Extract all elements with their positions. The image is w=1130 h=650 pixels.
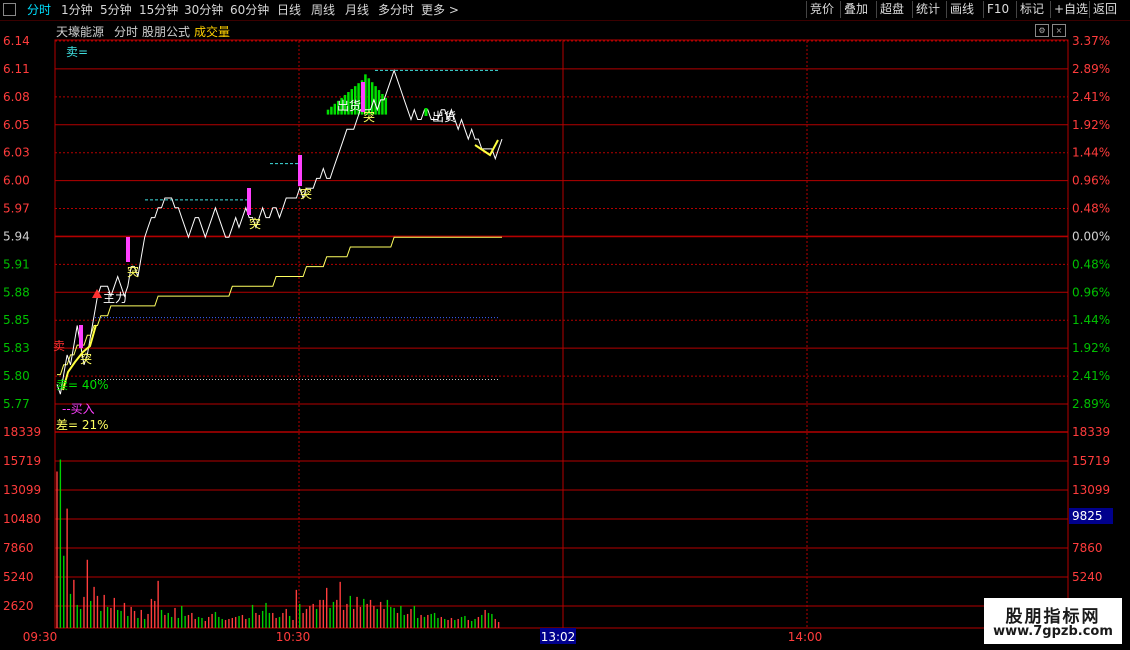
signal-sell-short-label: 卖 — [53, 339, 65, 353]
price-tick-label: 5.94 — [3, 229, 30, 243]
volume-tick-label-right: 5240 — [1072, 570, 1103, 584]
pct-tick-label: 1.92% — [1072, 341, 1110, 355]
breakout-bar — [247, 188, 251, 215]
signal-breakout-label: 突 — [300, 186, 312, 201]
pct-tick-label: 2.89% — [1072, 62, 1110, 76]
pct-tick-label: 1.44% — [1072, 313, 1110, 327]
signal-diff-pct-label: 差= 21% — [56, 418, 109, 432]
time-tick-label: 14:00 — [788, 630, 823, 644]
price-tick-label: 5.77 — [3, 397, 30, 411]
price-tick-label: 5.88 — [3, 285, 30, 299]
breakout-bar — [298, 155, 302, 186]
pct-tick-label: 2.89% — [1072, 397, 1110, 411]
volume-tick-label: 18339 — [3, 425, 41, 439]
price-tick-label: 5.85 — [3, 313, 30, 327]
price-tick-label: 6.00 — [3, 174, 30, 188]
price-line-highlight — [474, 139, 499, 157]
volume-tick-label-right: 15719 — [1072, 454, 1110, 468]
volume-tick-label-right: 7860 — [1072, 541, 1103, 555]
price-tick-label: 6.05 — [3, 118, 30, 132]
time-tick-label: 10:30 — [276, 630, 311, 644]
breakout-bar — [79, 325, 83, 348]
price-tick-label: 6.08 — [3, 90, 30, 104]
pct-tick-label: 0.48% — [1072, 257, 1110, 271]
signal-main-force-label: 主力 — [103, 291, 127, 305]
watermark-url: www.7gpzb.com — [993, 624, 1113, 639]
price-tick-label: 5.80 — [3, 369, 30, 383]
price-tick-label: 5.83 — [3, 341, 30, 355]
pct-tick-label: 0.00% — [1072, 229, 1110, 243]
signal-breakout-label: 突 — [363, 109, 375, 124]
volume-tick-label: 5240 — [3, 570, 34, 584]
side-scroll-strip[interactable] — [1112, 20, 1130, 630]
signal-sell-pct-label: 卖= 40% — [56, 378, 109, 392]
volume-tick-label: 13099 — [3, 483, 41, 497]
volume-tick-label: 15719 — [3, 454, 41, 468]
volume-tick-label: 10480 — [3, 512, 41, 526]
volume-tick-label: 2620 — [3, 599, 34, 613]
main-force-arrow-icon — [92, 289, 102, 298]
volume-tick-label-right: 13099 — [1072, 483, 1110, 497]
watermark: 股朋指标网 www.7gpzb.com — [984, 598, 1122, 644]
volume-tick-label-right: 18339 — [1072, 425, 1110, 439]
pct-tick-label: 0.48% — [1072, 202, 1110, 216]
price-tick-label: 5.97 — [3, 202, 30, 216]
signal-breakout-label: 突 — [249, 216, 261, 231]
volume-tick-label: 7860 — [3, 541, 34, 555]
price-tick-label: 6.11 — [3, 62, 30, 76]
pct-tick-label: 2.41% — [1072, 369, 1110, 383]
time-tick-label: 13:02 — [541, 630, 576, 644]
signal-buy-in-label: --买入 — [62, 402, 95, 416]
pct-tick-label: 0.96% — [1072, 285, 1110, 299]
pct-tick-label: 2.41% — [1072, 90, 1110, 104]
chart-frame — [54, 39, 1069, 629]
average-price-line — [57, 236, 502, 376]
signal-sell-out-label: 出货 — [432, 109, 456, 124]
pct-tick-label: 3.37% — [1072, 34, 1110, 48]
current-volume-value: 9825 — [1072, 509, 1103, 523]
intraday-chart[interactable]: 6.14 3.37% 6.11 2.89% 6.08 2.41% 6.05 1.92% 6.03… — [0, 0, 1130, 650]
time-tick-label: 09:30 — [23, 630, 58, 644]
signal-breakout-label: 突 — [80, 351, 92, 366]
signal-breakout-label: 突 — [127, 264, 139, 279]
price-tick-label: 5.91 — [3, 257, 30, 271]
breakout-bar — [361, 82, 365, 112]
breakout-bar — [126, 237, 130, 262]
signal-sell-eq-label: 卖= — [66, 45, 88, 59]
pct-tick-label: 1.92% — [1072, 118, 1110, 132]
pct-tick-label: 1.44% — [1072, 146, 1110, 160]
signal-sell-out-label-2: 出货 — [337, 98, 361, 113]
price-tick-label: 6.14 — [3, 34, 30, 48]
pct-tick-label: 0.96% — [1072, 174, 1110, 188]
price-tick-label: 6.03 — [3, 146, 30, 160]
